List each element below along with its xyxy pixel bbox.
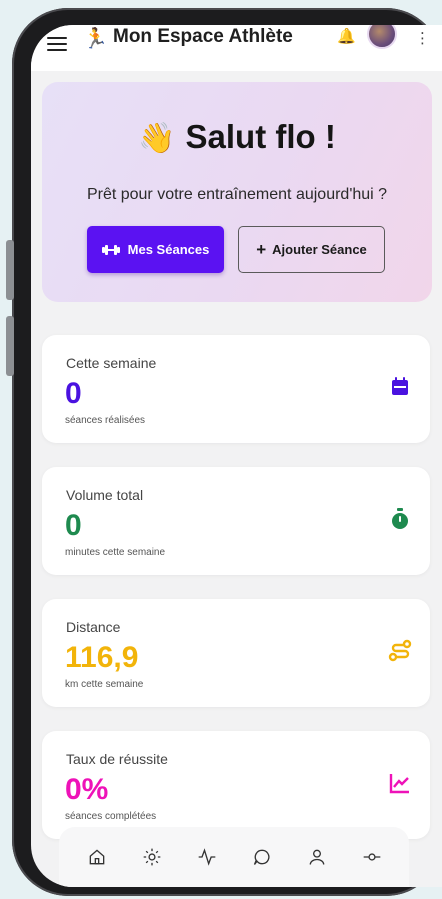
greeting-text: Salut flo ! [185,118,336,155]
menu-icon[interactable] [47,37,67,51]
welcome-banner: 👋 Salut flo ! Prêt pour votre entraînemen… [42,82,432,302]
waving-hand-icon: 👋 [138,122,176,155]
home-icon[interactable] [82,842,112,872]
activity-icon[interactable] [192,842,222,872]
stat-label: Taux de réussite [66,751,168,767]
app-title: Mon Espace Athlète [113,26,293,47]
stat-caption: km cette semaine [65,679,144,690]
stat-label: Volume total [66,487,144,503]
stat-caption: séances réalisées [65,415,146,426]
phone-side-button-2 [6,316,14,376]
stat-caption: séances complétées [65,811,157,822]
phone-side-button-1 [6,240,14,300]
add-session-label: Ajouter Séance [272,242,367,257]
stopwatch-icon [392,508,408,529]
app-screen: 🏃 Mon Espace Athlète 🔔 ⋮ 👋 Salut flo ! Pr… [31,25,442,887]
stat-card-success-rate: Taux de réussite 0% séances complétées [42,731,430,839]
stat-value: 0 [65,377,82,410]
greeting-subtitle: Prêt pour votre entraînement aujourd'hui… [86,186,388,203]
bottom-navigation [59,827,409,887]
my-sessions-label: Mes Séances [127,242,210,257]
stat-label: Cette semaine [66,355,157,371]
avatar[interactable] [367,25,397,49]
plus-icon: + [256,239,267,259]
chart-line-icon [389,774,409,794]
stat-value: 116,9 [65,641,139,674]
chat-icon[interactable] [247,842,277,872]
top-bar: 🏃 Mon Espace Athlète 🔔 ⋮ [31,25,442,71]
stat-value: 0 [65,509,82,542]
stat-card-this-week: Cette semaine 0 séances réalisées [42,335,430,443]
user-icon[interactable] [302,842,332,872]
stat-card-distance: Distance 116,9 km cette semaine [42,599,430,707]
commit-icon[interactable] [357,842,387,872]
greeting-heading: 👋 Salut flo ! [42,118,432,156]
sun-icon[interactable] [137,842,167,872]
route-icon [388,639,412,662]
stat-caption: minutes cette semaine [65,547,166,558]
stat-value: 0% [65,773,109,806]
bell-icon[interactable]: 🔔 [337,27,356,45]
runner-icon: 🏃 [83,28,108,50]
my-sessions-button[interactable]: Mes Séances [87,226,224,273]
stat-card-volume: Volume total 0 minutes cette semaine [42,467,430,575]
calendar-icon [392,377,408,395]
stat-label: Distance [66,619,121,635]
add-session-button[interactable]: + Ajouter Séance [238,226,385,273]
overflow-icon[interactable]: ⋮ [415,29,430,47]
dumbbell-icon [101,244,120,255]
